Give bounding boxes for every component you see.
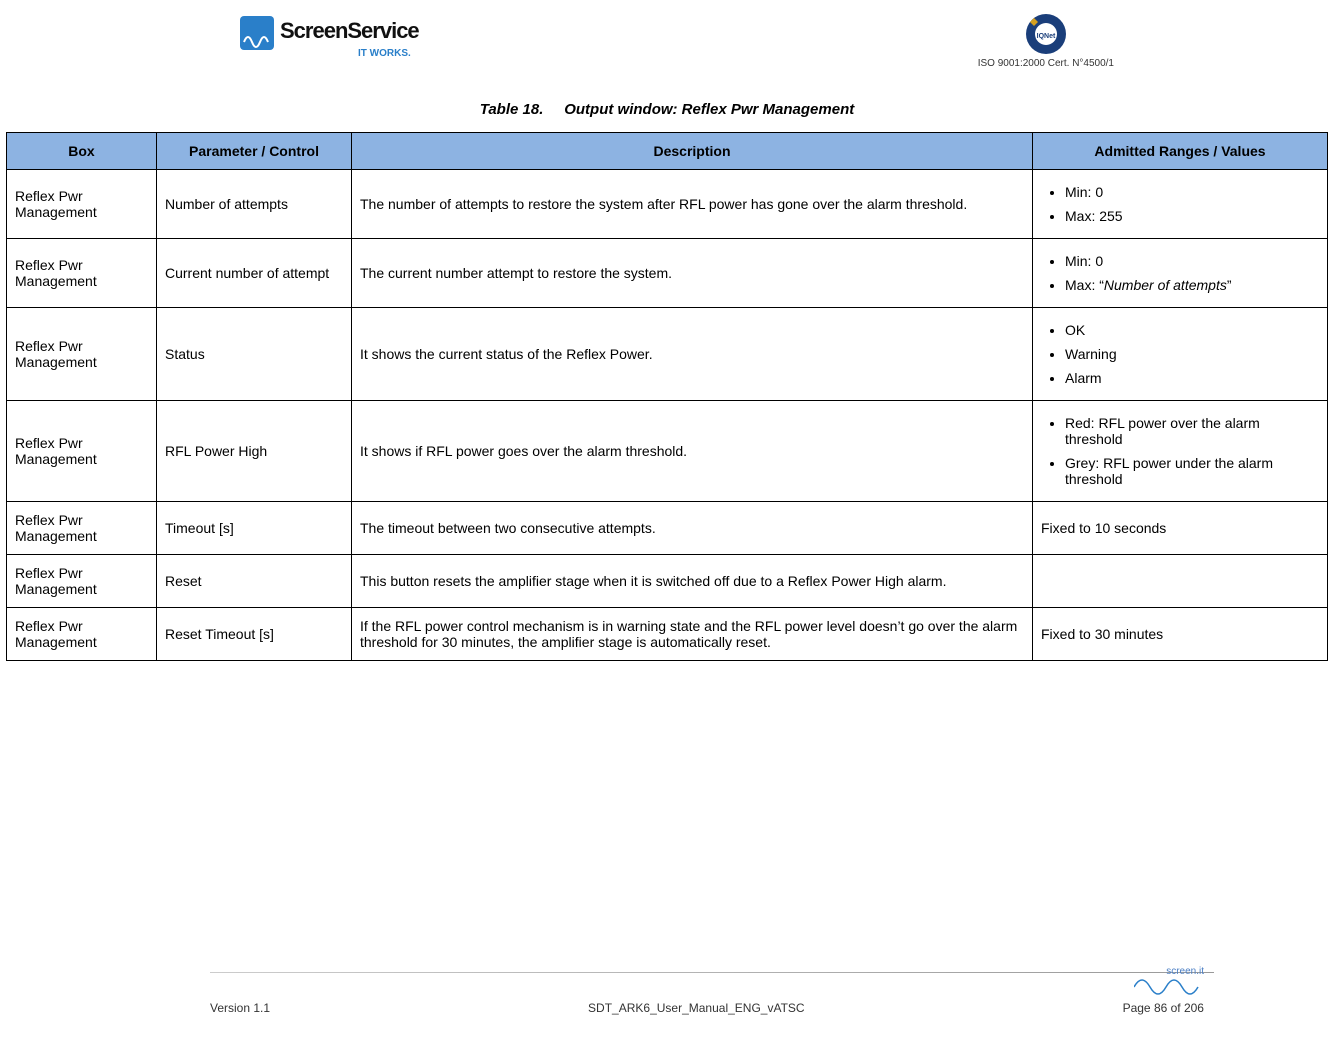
table-row: Reflex Pwr ManagementStatusIt shows the … bbox=[7, 308, 1328, 401]
table-row: Reflex Pwr ManagementRFL Power HighIt sh… bbox=[7, 401, 1328, 502]
list-item: Min: 0 bbox=[1065, 249, 1319, 273]
cert-badge: IQNet ISO 9001:2000 Cert. N°4500/1 bbox=[978, 12, 1114, 69]
table-caption: Table 18. Output window: Reflex Pwr Mana… bbox=[0, 101, 1334, 118]
ranges-list: Red: RFL power over the alarm thresholdG… bbox=[1041, 411, 1319, 491]
cell-ranges: Red: RFL power over the alarm thresholdG… bbox=[1033, 401, 1328, 502]
list-item: Grey: RFL power under the alarm threshol… bbox=[1065, 451, 1319, 491]
list-item: Alarm bbox=[1065, 366, 1319, 390]
svg-text:IT WORKS.: IT WORKS. bbox=[358, 48, 411, 59]
ranges-list: Min: 0Max: 255 bbox=[1041, 180, 1319, 228]
cell-desc: If the RFL power control mechanism is in… bbox=[352, 608, 1033, 661]
table-number: Table 18. bbox=[480, 101, 544, 118]
footer-divider bbox=[210, 972, 1214, 973]
footer-version: Version 1.1 bbox=[210, 1001, 270, 1015]
list-item: OK bbox=[1065, 318, 1319, 342]
cell-param: Reset Timeout [s] bbox=[157, 608, 352, 661]
table-row: Reflex Pwr ManagementTimeout [s]The time… bbox=[7, 502, 1328, 555]
col-header-param: Parameter / Control bbox=[157, 133, 352, 170]
cell-desc: The number of attempts to restore the sy… bbox=[352, 170, 1033, 239]
ranges-list: OKWarningAlarm bbox=[1041, 318, 1319, 390]
cert-text: ISO 9001:2000 Cert. N°4500/1 bbox=[978, 58, 1114, 69]
parameters-table: Box Parameter / Control Description Admi… bbox=[6, 132, 1328, 661]
cell-ranges: Min: 0Max: 255 bbox=[1033, 170, 1328, 239]
cell-ranges: Min: 0Max: “Number of attempts” bbox=[1033, 239, 1328, 308]
cell-desc: It shows the current status of the Refle… bbox=[352, 308, 1033, 401]
table-row: Reflex Pwr ManagementReset Timeout [s]If… bbox=[7, 608, 1328, 661]
page-header: ScreenService IT WORKS. IQNet ISO 9001:2… bbox=[0, 0, 1334, 77]
list-item: Max: 255 bbox=[1065, 204, 1319, 228]
svg-text:ScreenService: ScreenService bbox=[280, 18, 419, 43]
table-title-text: Output window: Reflex Pwr Management bbox=[564, 101, 854, 118]
list-item: Max: “Number of attempts” bbox=[1065, 273, 1319, 297]
table-row: Reflex Pwr ManagementNumber of attemptsT… bbox=[7, 170, 1328, 239]
cell-param: Reset bbox=[157, 555, 352, 608]
col-header-box: Box bbox=[7, 133, 157, 170]
cell-desc: The timeout between two consecutive atte… bbox=[352, 502, 1033, 555]
table-row: Reflex Pwr ManagementResetThis button re… bbox=[7, 555, 1328, 608]
footer-wave-icon bbox=[1134, 971, 1204, 997]
cell-param: RFL Power High bbox=[157, 401, 352, 502]
footer-docname: SDT_ARK6_User_Manual_ENG_vATSC bbox=[588, 1001, 805, 1015]
table-row: Reflex Pwr ManagementCurrent number of a… bbox=[7, 239, 1328, 308]
cell-param: Number of attempts bbox=[157, 170, 352, 239]
list-item: Min: 0 bbox=[1065, 180, 1319, 204]
cell-param: Status bbox=[157, 308, 352, 401]
table-header-row: Box Parameter / Control Description Admi… bbox=[7, 133, 1328, 170]
company-logo: ScreenService IT WORKS. bbox=[240, 12, 420, 68]
iqnet-badge-icon: IQNet bbox=[1024, 12, 1068, 56]
col-header-desc: Description bbox=[352, 133, 1033, 170]
cell-ranges: OKWarningAlarm bbox=[1033, 308, 1328, 401]
cell-box: Reflex Pwr Management bbox=[7, 239, 157, 308]
ranges-list: Min: 0Max: “Number of attempts” bbox=[1041, 249, 1319, 297]
list-item: Red: RFL power over the alarm threshold bbox=[1065, 411, 1319, 451]
cell-desc: It shows if RFL power goes over the alar… bbox=[352, 401, 1033, 502]
cell-box: Reflex Pwr Management bbox=[7, 555, 157, 608]
cell-box: Reflex Pwr Management bbox=[7, 170, 157, 239]
cell-box: Reflex Pwr Management bbox=[7, 401, 157, 502]
cell-ranges bbox=[1033, 555, 1328, 608]
cell-desc: This button resets the amplifier stage w… bbox=[352, 555, 1033, 608]
footer-page: Page 86 of 206 bbox=[1123, 1001, 1204, 1015]
cell-desc: The current number attempt to restore th… bbox=[352, 239, 1033, 308]
cell-ranges: Fixed to 10 seconds bbox=[1033, 502, 1328, 555]
svg-text:IQNet: IQNet bbox=[1037, 33, 1056, 40]
cell-param: Current number of attempt bbox=[157, 239, 352, 308]
cell-ranges: Fixed to 30 minutes bbox=[1033, 608, 1328, 661]
list-item: Warning bbox=[1065, 342, 1319, 366]
cell-param: Timeout [s] bbox=[157, 502, 352, 555]
cell-box: Reflex Pwr Management bbox=[7, 502, 157, 555]
cell-box: Reflex Pwr Management bbox=[7, 608, 157, 661]
col-header-ranges: Admitted Ranges / Values bbox=[1033, 133, 1328, 170]
cell-box: Reflex Pwr Management bbox=[7, 308, 157, 401]
screenservice-logo-icon: ScreenService IT WORKS. bbox=[240, 12, 420, 68]
page-footer: Version 1.1 SDT_ARK6_User_Manual_ENG_vAT… bbox=[0, 1001, 1334, 1015]
